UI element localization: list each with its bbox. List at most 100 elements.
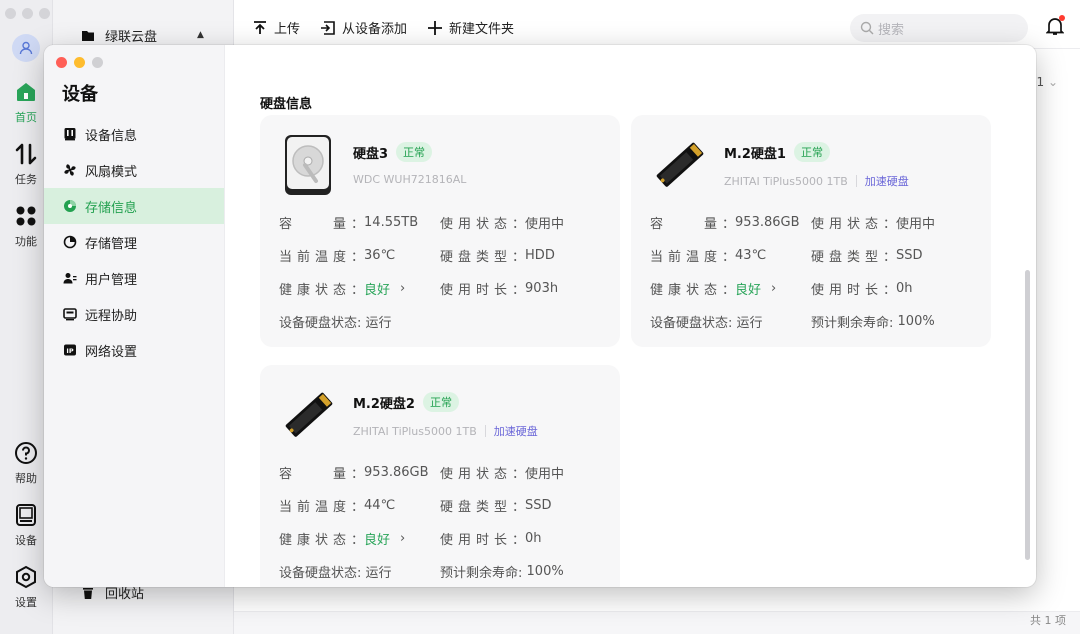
caret-up-icon[interactable]: ▲ <box>197 30 204 40</box>
usage-hours-row: 使用时长： 903h <box>440 279 558 298</box>
nav-item-storage-info[interactable]: 存储信息 <box>44 188 224 224</box>
usage-hours-label: 使用时长 <box>440 533 513 548</box>
capacity-label: 容 量 <box>279 217 352 232</box>
status-badge: 正常 <box>422 392 459 412</box>
nav-item-remote-assist[interactable]: 远程协助 <box>44 296 224 332</box>
status-badge: 正常 <box>396 142 433 162</box>
capacity-label: 容 量 <box>650 217 723 232</box>
run-state-value: 运行 <box>365 316 392 331</box>
nav-item-storage-manage[interactable]: 存储管理 <box>44 224 224 260</box>
app-zoom-button[interactable] <box>39 8 50 19</box>
disk-card: M.2硬盘1 正常 ZHITAI TiPlus5000 1TB 加速硬盘 容 量… <box>631 115 991 347</box>
disk-name-text: 硬盘3 <box>353 146 389 162</box>
health-label: 健康状态 <box>650 283 723 298</box>
colon: ： <box>351 283 365 298</box>
dialog-minimize-button[interactable] <box>74 57 85 68</box>
capacity-value: 953.86GB <box>364 465 429 480</box>
upload-icon <box>254 20 266 34</box>
rail-label-tasks: 任务 <box>15 173 37 186</box>
run-state-row: 设备硬盘状态: 运行 <box>650 312 763 331</box>
health-value[interactable]: 良好 <box>735 279 761 298</box>
search-input[interactable]: 搜索 <box>850 14 1028 42</box>
health-row[interactable]: 健康状态：良好 › <box>279 279 405 298</box>
new-folder-button[interactable]: 新建文件夹 <box>427 18 514 37</box>
transfer-icon <box>15 143 37 165</box>
capacity-row: 容 量： 953.86GB <box>279 463 429 482</box>
temperature-value: 36℃ <box>364 248 396 263</box>
colon: ： <box>351 467 365 482</box>
scrollbar[interactable] <box>1025 270 1030 560</box>
nav-label: 用户管理 <box>85 272 138 288</box>
colon: ： <box>351 500 365 515</box>
app-minimize-button[interactable] <box>22 8 33 19</box>
divider <box>484 425 486 437</box>
accelerate-disk-link[interactable]: 加速硬盘 <box>494 423 538 439</box>
use-state-value: 使用中 <box>525 467 565 482</box>
run-state-value: 运行 <box>365 566 392 581</box>
use-state-value: 使用中 <box>525 217 565 232</box>
apps-icon <box>16 206 36 226</box>
nav-item-user-manage[interactable]: 用户管理 <box>44 260 224 296</box>
health-label: 健康状态 <box>279 533 352 548</box>
home-icon <box>17 83 35 101</box>
nav-item-network[interactable]: IP 网络设置 <box>44 332 224 368</box>
accelerate-disk-link[interactable]: 加速硬盘 <box>865 173 909 189</box>
disk-type-value: SSD <box>896 248 923 263</box>
app-window-controls <box>5 8 50 19</box>
temperature-row: 当前温度： 36℃ <box>279 246 395 265</box>
usage-hours-row: 使用时长： 0h <box>811 279 913 298</box>
cloud-drive-label: 绿联云盘 <box>105 30 158 45</box>
colon: ： <box>883 250 897 265</box>
remaining-life-value: 100% <box>526 564 564 579</box>
trash-icon <box>83 587 93 599</box>
colon: ： <box>512 217 526 232</box>
health-row[interactable]: 健康状态：良好 › <box>279 529 405 548</box>
search-icon <box>860 21 874 35</box>
app-close-button[interactable] <box>5 8 16 19</box>
disk-card: M.2硬盘2 正常 ZHITAI TiPlus5000 1TB 加速硬盘 容 量… <box>260 365 620 587</box>
use-state-label: 使用状态 <box>811 217 884 232</box>
view-selector-value: 1 <box>1036 75 1045 89</box>
rail-label-settings: 设置 <box>15 596 37 609</box>
chevron-right-icon[interactable]: › <box>771 281 776 296</box>
usage-hours-value: 0h <box>525 531 542 546</box>
health-value[interactable]: 良好 <box>364 279 390 298</box>
dialog-close-button[interactable] <box>56 57 67 68</box>
run-state-label: 设备硬盘状态: <box>279 566 362 581</box>
storage-manage-icon <box>63 235 77 249</box>
upload-button[interactable]: 上传 <box>252 18 300 37</box>
disk-name-text: M.2硬盘2 <box>353 396 415 412</box>
avatar[interactable] <box>12 34 40 62</box>
rail-label-functions: 功能 <box>15 235 37 248</box>
app-toolbar: 上传 从设备添加 新建文件夹 <box>252 18 514 37</box>
view-selector[interactable]: 1 ⌄ <box>1036 75 1058 89</box>
chevron-right-icon[interactable]: › <box>400 531 405 546</box>
cloud-drive-item[interactable]: 绿联云盘 <box>81 26 157 45</box>
disk-card: 硬盘3 正常 WDC WUH721816AL 容 量： 14.55TB 使用状态：… <box>260 115 620 347</box>
plus-icon <box>428 20 443 35</box>
temperature-label: 当前温度 <box>279 250 352 265</box>
item-count: 共 1 项 <box>1030 614 1066 627</box>
dialog-zoom-button[interactable] <box>92 57 103 68</box>
add-from-device-button[interactable]: 从设备添加 <box>320 18 407 37</box>
chevron-right-icon[interactable]: › <box>400 281 405 296</box>
nav-item-fan-mode[interactable]: 风扇模式 <box>44 152 224 188</box>
disk-type-row: 硬盘类型： HDD <box>440 246 555 265</box>
health-value[interactable]: 良好 <box>364 529 390 548</box>
temperature-label: 当前温度 <box>279 500 352 515</box>
temperature-row: 当前温度： 43℃ <box>650 246 766 265</box>
health-label: 健康状态 <box>279 283 352 298</box>
notification-button[interactable] <box>1045 15 1065 40</box>
temperature-value: 43℃ <box>735 248 767 263</box>
nav-item-device-info[interactable]: 设备信息 <box>44 116 224 152</box>
divider <box>855 175 857 187</box>
colon: ： <box>722 217 736 232</box>
disk-model-text: WDC WUH721816AL <box>353 173 467 186</box>
remaining-life-value: 100% <box>897 314 935 329</box>
use-state-label: 使用状态 <box>440 217 513 232</box>
health-row[interactable]: 健康状态：良好 › <box>650 279 776 298</box>
disk-model-text: ZHITAI TiPlus5000 1TB <box>353 424 477 438</box>
temperature-row: 当前温度： 44℃ <box>279 496 395 515</box>
use-state-label: 使用状态 <box>440 467 513 482</box>
usage-hours-label: 使用时长 <box>440 283 513 298</box>
